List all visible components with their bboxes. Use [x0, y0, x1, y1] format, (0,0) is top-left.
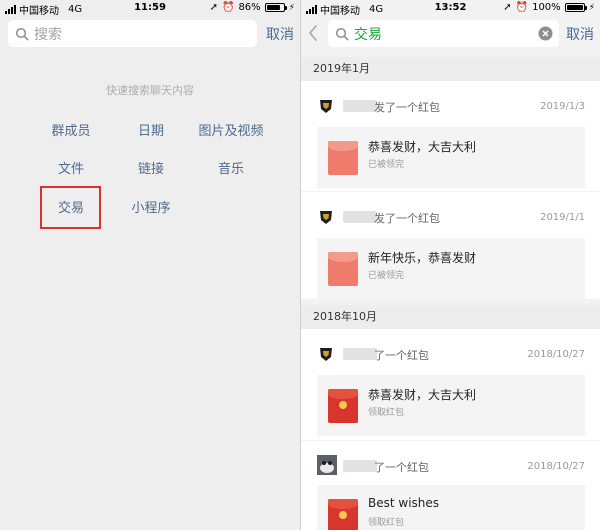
- red-packet-card[interactable]: Best wishes 领取红包: [317, 485, 585, 530]
- red-packet-status: 领取红包: [368, 408, 405, 418]
- quick-search-mini-programs[interactable]: 小程序: [111, 197, 191, 216]
- red-packet-card[interactable]: 新年快乐，恭喜发财 已被领完: [317, 238, 585, 299]
- avatar-icon: [317, 97, 335, 115]
- highlight-annotation-box: [40, 186, 101, 229]
- message-summary: 发了一个红包: [374, 212, 440, 225]
- message-date: 2018/10/27: [527, 349, 585, 360]
- quick-search-links[interactable]: 链接: [111, 158, 191, 177]
- alarm-icon: ⏰: [221, 2, 235, 13]
- sender-name-blurred: [343, 100, 377, 112]
- red-packet-title: Best wishes: [368, 496, 440, 510]
- battery-icon: [564, 3, 587, 12]
- clear-icon[interactable]: [538, 26, 553, 41]
- quick-search-members[interactable]: 群成员: [31, 120, 111, 139]
- sender-name-blurred: [343, 348, 377, 360]
- battery-icon: [264, 3, 287, 12]
- left-screen: 中国移动 4G 11:59 ➚ ⏰ 86% ⚡ 搜索 取消 快速搜索聊天内容 群…: [0, 0, 300, 530]
- message-summary: 了一个红包: [374, 349, 429, 362]
- red-packet-title: 新年快乐，恭喜发财: [368, 251, 477, 265]
- list-item[interactable]: 了一个红包 2018/10/27 恭喜发财，大吉大利 领取红包: [301, 329, 600, 440]
- right-screen: 中国移动 4G 13:52 ➚ ⏰ 100% ⚡ 交易 取消 2019年1月 发…: [301, 0, 600, 530]
- search-placeholder: 搜索: [34, 26, 62, 43]
- red-packet-title: 恭喜发财，大吉大利: [368, 388, 477, 402]
- list-item[interactable]: 发了一个红包 2019/1/1 新年快乐，恭喜发财 已被领完: [301, 192, 600, 299]
- red-packet-icon: [328, 252, 358, 286]
- location-icon: ➚: [209, 2, 218, 13]
- red-packet-card[interactable]: 恭喜发财，大吉大利 已被领完: [317, 127, 585, 188]
- search-input[interactable]: 交易: [328, 20, 559, 47]
- section-header-2018-10: 2018年10月: [301, 305, 600, 329]
- search-input[interactable]: 搜索: [8, 20, 257, 47]
- quick-search-date[interactable]: 日期: [111, 120, 191, 139]
- red-packet-status: 已被领完: [368, 271, 405, 281]
- red-packet-status: 领取红包: [368, 518, 405, 528]
- search-query: 交易: [354, 26, 382, 43]
- avatar-icon: [317, 208, 335, 226]
- status-bar: 中国移动 4G 11:59 ➚ ⏰ 86% ⚡: [0, 0, 300, 17]
- battery-percent: 100%: [532, 2, 561, 13]
- cancel-button[interactable]: 取消: [566, 24, 594, 44]
- red-packet-icon: [328, 499, 358, 530]
- quick-search-media[interactable]: 图片及视频: [181, 120, 281, 139]
- message-date: 2019/1/3: [540, 101, 585, 112]
- message-date: 2019/1/1: [540, 212, 585, 223]
- avatar-icon: [317, 345, 335, 363]
- back-chevron-icon[interactable]: [307, 24, 319, 42]
- quick-search-files[interactable]: 文件: [31, 158, 111, 177]
- search-icon: [15, 27, 29, 40]
- cancel-button[interactable]: 取消: [266, 24, 294, 44]
- battery-percent: 86%: [238, 2, 261, 13]
- section-header-2019-01: 2019年1月: [301, 57, 600, 81]
- charging-icon: ⚡: [288, 2, 295, 13]
- red-packet-status: 已被领完: [368, 160, 405, 170]
- message-summary: 发了一个红包: [374, 101, 440, 114]
- quick-search-music[interactable]: 音乐: [191, 158, 271, 177]
- alarm-icon: ⏰: [515, 2, 529, 13]
- list-item[interactable]: 了一个红包 2018/10/27 Best wishes 领取红包: [301, 441, 600, 530]
- quick-search-title: 快速搜索聊天内容: [106, 84, 194, 97]
- red-packet-icon: [328, 389, 358, 423]
- message-summary: 了一个红包: [374, 461, 429, 474]
- location-icon: ➚: [503, 2, 512, 13]
- search-icon: [335, 27, 349, 40]
- sender-name-blurred: [343, 211, 377, 223]
- list-item[interactable]: 发了一个红包 2019/1/3 恭喜发财，大吉大利 已被领完: [301, 81, 600, 191]
- charging-icon: ⚡: [588, 2, 595, 13]
- sender-name-blurred: [343, 460, 377, 472]
- red-packet-icon: [328, 141, 358, 175]
- avatar-icon: [317, 455, 337, 475]
- red-packet-card[interactable]: 恭喜发财，大吉大利 领取红包: [317, 375, 585, 436]
- red-packet-title: 恭喜发财，大吉大利: [368, 140, 477, 154]
- status-bar: 中国移动 4G 13:52 ➚ ⏰ 100% ⚡: [301, 0, 600, 17]
- message-date: 2018/10/27: [527, 461, 585, 472]
